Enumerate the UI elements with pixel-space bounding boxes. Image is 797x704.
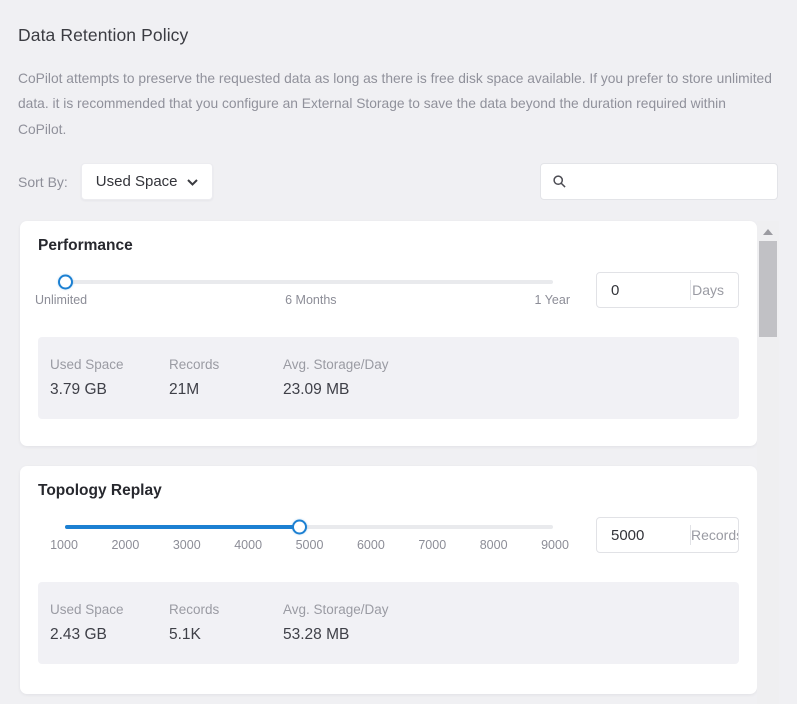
slider-tick-label: 8000: [473, 538, 515, 552]
card-topology-replay: Topology Replay 1000 2000 3000 4000 5000…: [20, 466, 757, 694]
search-box[interactable]: [540, 163, 778, 200]
stat-item: Used Space 3.79 GB: [50, 356, 169, 400]
stat-value: 5.1K: [169, 624, 273, 645]
slider-track[interactable]: [65, 280, 553, 284]
scrollbar[interactable]: [757, 221, 779, 704]
slider-tick-label: 4000: [227, 538, 269, 552]
sort-by-dropdown[interactable]: Used Space: [81, 163, 213, 200]
card-title: Performance: [35, 237, 739, 255]
stat-item: Avg. Storage/Day 23.09 MB: [283, 356, 399, 400]
stat-label: Avg. Storage/Day: [283, 601, 389, 618]
stats-panel: Used Space 2.43 GB Records 5.1K Avg. Sto…: [38, 582, 739, 664]
sort-by-value: Used Space: [96, 173, 178, 190]
slider-thumb[interactable]: [292, 520, 307, 535]
stat-value: 3.79 GB: [50, 379, 159, 400]
retention-slider: 1000 2000 3000 4000 5000 6000 7000 8000 …: [35, 517, 570, 552]
slider-tick-label: 2000: [104, 538, 146, 552]
search-input[interactable]: [575, 174, 767, 190]
slider-thumb[interactable]: [58, 275, 73, 290]
input-unit-label: Days: [691, 282, 738, 298]
slider-tick-label: 1 Year: [535, 293, 570, 307]
retention-slider-row: Unlimited 6 Months 1 Year Days: [35, 272, 739, 308]
stat-value: 2.43 GB: [50, 624, 159, 645]
slider-tick-labels: Unlimited 6 Months 1 Year: [35, 293, 570, 307]
scroll-up-arrow-icon[interactable]: [763, 229, 773, 235]
days-input[interactable]: [597, 273, 690, 307]
stat-label: Used Space: [50, 356, 159, 373]
page-description: CoPilot attempts to preserve the request…: [18, 66, 778, 142]
scrollbar-thumb[interactable]: [759, 241, 777, 337]
stat-value: 53.28 MB: [283, 624, 389, 645]
stat-item: Records 5.1K: [169, 601, 283, 645]
stat-value: 23.09 MB: [283, 379, 389, 400]
slider-tick-label: Unlimited: [35, 293, 87, 307]
slider-tick-label: 9000: [534, 538, 576, 552]
slider-track-wrap: [65, 519, 553, 535]
days-input-group: Days: [596, 272, 739, 308]
card-title: Topology Replay: [35, 482, 739, 500]
stat-item: Avg. Storage/Day 53.28 MB: [283, 601, 399, 645]
slider-fill: [65, 525, 299, 529]
slider-tick-labels: 1000 2000 3000 4000 5000 6000 7000 8000 …: [35, 538, 576, 552]
slider-track[interactable]: [65, 525, 553, 529]
slider-tick-label: 6000: [350, 538, 392, 552]
slider-tick-label: 1000: [43, 538, 85, 552]
chevron-down-icon: [187, 179, 198, 186]
retention-slider: Unlimited 6 Months 1 Year: [35, 272, 570, 307]
page-title: Data Retention Policy: [18, 25, 778, 46]
stat-label: Records: [169, 356, 273, 373]
sort-by-label: Sort By:: [18, 174, 68, 190]
stat-value: 21M: [169, 379, 273, 400]
card-performance: Performance Unlimited 6 Months 1 Year: [20, 221, 757, 446]
slider-tick-label: 7000: [411, 538, 453, 552]
slider-track-wrap: [65, 274, 553, 290]
stat-item: Used Space 2.43 GB: [50, 601, 169, 645]
toolbar: Sort By: Used Space: [18, 163, 778, 200]
slider-tick-label: 5000: [289, 538, 331, 552]
stat-label: Avg. Storage/Day: [283, 356, 389, 373]
records-input[interactable]: [597, 518, 690, 552]
input-unit-label: Records: [691, 527, 739, 543]
data-retention-page: Data Retention Policy CoPilot attempts t…: [0, 0, 797, 694]
stat-label: Used Space: [50, 601, 159, 618]
stats-panel: Used Space 3.79 GB Records 21M Avg. Stor…: [38, 337, 739, 419]
stat-label: Records: [169, 601, 273, 618]
slider-tick-label: 3000: [166, 538, 208, 552]
search-icon: [553, 175, 566, 188]
retention-slider-row: 1000 2000 3000 4000 5000 6000 7000 8000 …: [35, 517, 739, 553]
stat-item: Records 21M: [169, 356, 283, 400]
slider-tick-label: 6 Months: [285, 293, 336, 307]
records-input-group: Records: [596, 517, 739, 553]
